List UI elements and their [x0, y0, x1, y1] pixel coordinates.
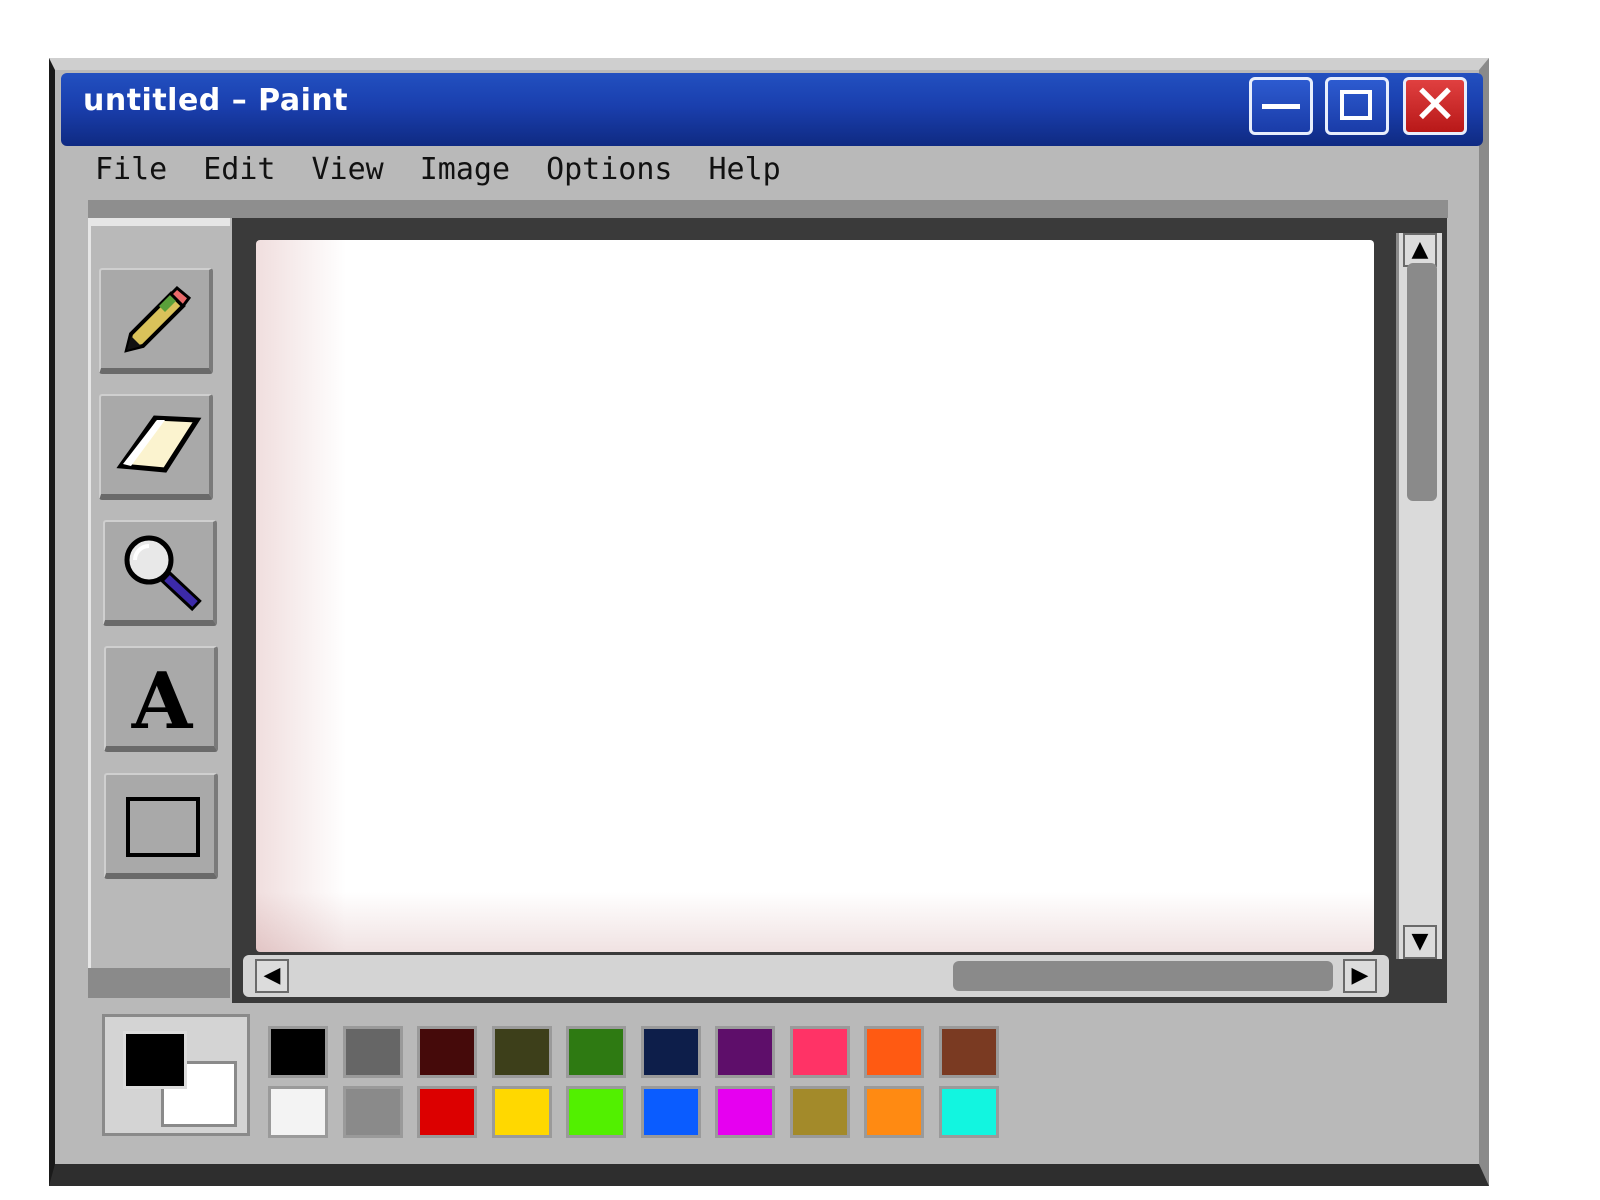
color-swatch[interactable] — [417, 1026, 477, 1078]
color-swatch[interactable] — [566, 1086, 626, 1138]
color-swatch[interactable] — [789, 1026, 850, 1078]
select-icon — [126, 797, 200, 857]
close-button[interactable]: ✕ — [1403, 73, 1467, 136]
eraser-tool[interactable] — [99, 394, 213, 500]
toolbar-strip — [88, 200, 1448, 218]
color-swatch[interactable] — [640, 1026, 701, 1078]
color-swatch[interactable] — [715, 1086, 775, 1138]
horizontal-scroll-thumb[interactable] — [953, 961, 1333, 991]
color-swatch[interactable] — [491, 1026, 552, 1078]
menu-options[interactable]: Options — [546, 152, 672, 192]
menu-edit[interactable]: Edit — [203, 152, 275, 192]
menu-bar: File Edit View Image Options Help — [95, 152, 817, 192]
title-bar[interactable]: untitled – Paint ✕ — [61, 73, 1483, 146]
pencil-tool[interactable] — [99, 268, 213, 374]
magnifier-tool[interactable] — [103, 520, 217, 626]
color-swatch[interactable] — [938, 1026, 999, 1078]
color-swatch[interactable] — [715, 1026, 775, 1078]
color-swatch[interactable] — [491, 1086, 552, 1138]
maximize-button[interactable] — [1325, 77, 1389, 135]
drawing-canvas[interactable] — [256, 240, 1374, 952]
color-swatch[interactable] — [640, 1086, 701, 1138]
color-swatch[interactable] — [938, 1086, 999, 1138]
close-icon: ✕ — [1412, 73, 1458, 136]
text-tool[interactable]: A — [104, 646, 218, 752]
color-swatch[interactable] — [342, 1026, 403, 1078]
menu-image[interactable]: Image — [420, 152, 510, 192]
horizontal-scrollbar[interactable]: ◀ ▶ — [243, 955, 1389, 997]
scroll-right-button[interactable]: ▶ — [1343, 959, 1377, 993]
scroll-up-button[interactable]: ▲ — [1403, 233, 1437, 267]
menu-file[interactable]: File — [95, 152, 167, 192]
toolbox-footer — [88, 968, 230, 998]
color-swatch[interactable] — [566, 1026, 626, 1078]
text-icon: A — [131, 658, 194, 742]
color-swatch[interactable] — [864, 1086, 924, 1138]
minimize-icon — [1262, 104, 1300, 109]
color-swatch[interactable] — [268, 1026, 328, 1078]
color-swatch[interactable] — [342, 1086, 403, 1138]
foreground-color[interactable] — [123, 1031, 187, 1089]
color-swatch[interactable] — [864, 1026, 924, 1078]
current-colors — [102, 1014, 250, 1136]
vertical-scroll-thumb[interactable] — [1407, 263, 1437, 501]
scroll-down-button[interactable]: ▼ — [1403, 925, 1437, 959]
select-tool[interactable] — [104, 773, 218, 879]
color-swatch[interactable] — [789, 1086, 850, 1138]
color-swatch[interactable] — [417, 1086, 477, 1138]
menu-view[interactable]: View — [312, 152, 384, 192]
minimize-button[interactable] — [1249, 77, 1313, 135]
color-swatch[interactable] — [268, 1086, 328, 1138]
eraser-icon — [116, 415, 202, 473]
vertical-scrollbar[interactable]: ▲ ▼ — [1396, 233, 1442, 959]
window-title: untitled – Paint — [83, 83, 349, 118]
scroll-left-button[interactable]: ◀ — [255, 959, 289, 993]
maximize-icon — [1340, 90, 1372, 120]
magnifier-icon — [124, 535, 202, 612]
text-tool-glyph: A — [131, 658, 194, 742]
menu-help[interactable]: Help — [709, 152, 781, 192]
pencil-icon — [124, 285, 192, 353]
